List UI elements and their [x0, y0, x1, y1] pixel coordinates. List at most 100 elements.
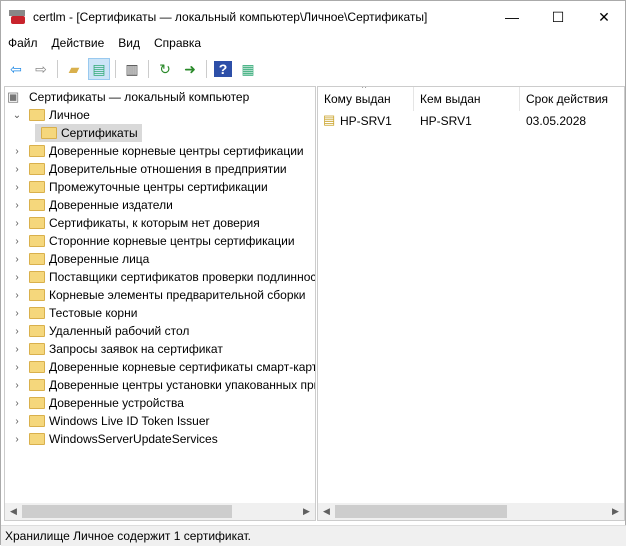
chevron-right-icon[interactable]: ›: [11, 434, 23, 445]
tree-item-label: Личное: [49, 108, 90, 122]
tree-item[interactable]: › Доверенные устройства: [11, 394, 184, 412]
window-title: certlm - [Сертификаты — локальный компью…: [33, 10, 428, 24]
refresh-button[interactable]: ↻: [154, 58, 176, 80]
folder-icon: [41, 127, 57, 139]
forward-button[interactable]: ⇨: [30, 58, 52, 80]
tree-item-personal[interactable]: ⌄ Личное: [11, 106, 90, 124]
column-expiration[interactable]: Срок действия: [520, 87, 624, 111]
tree-item-label: Сторонние корневые центры сертификации: [49, 234, 295, 248]
title-bar: certlm - [Сертификаты — локальный компью…: [1, 1, 626, 33]
chevron-right-icon[interactable]: ›: [11, 362, 23, 373]
chevron-right-icon[interactable]: ›: [11, 326, 23, 337]
help-button[interactable]: ?: [212, 58, 234, 80]
folder-icon: [29, 217, 45, 229]
tree-root[interactable]: ▣ Сертификаты — локальный компьютер: [7, 88, 249, 106]
scroll-thumb[interactable]: [22, 505, 232, 518]
tree-horizontal-scrollbar[interactable]: ◀ ▶: [5, 503, 315, 520]
chevron-right-icon[interactable]: ›: [11, 398, 23, 409]
tree-item[interactable]: › Тестовые корни: [11, 304, 137, 322]
chevron-right-icon[interactable]: ›: [11, 380, 23, 391]
chevron-right-icon[interactable]: ›: [11, 308, 23, 319]
chevron-right-icon[interactable]: ›: [11, 290, 23, 301]
tree-item[interactable]: › Удаленный рабочий стол: [11, 322, 189, 340]
menu-help[interactable]: Справка: [147, 34, 208, 54]
folder-icon: [29, 109, 45, 121]
folder-icon: [29, 181, 45, 193]
folder-icon: [29, 397, 45, 409]
export-list-icon: ➜: [184, 60, 196, 77]
column-issued-by[interactable]: Кем выдан: [414, 87, 520, 111]
menu-view[interactable]: Вид: [111, 34, 147, 54]
up-folder-button[interactable]: ▰: [63, 58, 85, 80]
up-folder-icon: ▰: [68, 60, 80, 77]
tree-item[interactable]: › Доверительные отношения в предприятии: [11, 160, 287, 178]
tree-item-label: Доверенные корневые сертификаты смарт-ка…: [49, 360, 316, 374]
tree-item-label: Сертификаты: [61, 126, 138, 140]
certificate-store-icon: ▣: [7, 89, 20, 104]
show-hide-tree-button[interactable]: ▤: [88, 58, 110, 80]
column-issued-to[interactable]: ^ Кому выдан: [318, 87, 414, 111]
folder-icon: [29, 361, 45, 373]
tree-item-label: Доверенные центры установки упакованных …: [49, 378, 315, 392]
selected-node[interactable]: Сертификаты: [35, 124, 142, 142]
tree-item-label: WindowsServerUpdateServices: [49, 432, 218, 446]
tree-item-label: Корневые элементы предварительной сборки: [49, 288, 306, 302]
folder-icon: [29, 163, 45, 175]
chevron-right-icon[interactable]: ›: [11, 164, 23, 175]
back-button[interactable]: ⇦: [5, 58, 27, 80]
cell-issued-by: HP-SRV1: [420, 114, 472, 128]
tree-item[interactable]: › Корневые элементы предварительной сборк…: [11, 286, 305, 304]
help-icon: ?: [213, 61, 233, 77]
chevron-right-icon[interactable]: ›: [11, 254, 23, 265]
list-pane: ^ Кому выдан Кем выдан Срок действия ▤ HP…: [317, 86, 625, 521]
scroll-right-icon[interactable]: ▶: [298, 506, 315, 517]
tree-item-label: Удаленный рабочий стол: [49, 324, 190, 338]
scroll-left-icon[interactable]: ◀: [5, 506, 22, 517]
chevron-right-icon[interactable]: ›: [11, 146, 23, 157]
scroll-thumb[interactable]: [335, 505, 507, 518]
tree-item[interactable]: › Промежуточные центры сертификации: [11, 178, 268, 196]
chevron-right-icon[interactable]: ›: [11, 272, 23, 283]
tree-item-certificates[interactable]: Сертификаты: [23, 124, 142, 142]
menu-file[interactable]: Файл: [1, 34, 45, 54]
minimize-button[interactable]: —: [489, 1, 535, 33]
tree-item-label: Промежуточные центры сертификации: [49, 180, 268, 194]
tree-item-label: Windows Live ID Token Issuer: [49, 414, 210, 428]
scroll-left-icon[interactable]: ◀: [318, 506, 335, 517]
show-hide-tree-icon: ▤: [92, 60, 106, 77]
close-button[interactable]: ✕: [581, 1, 626, 33]
folder-icon: [29, 271, 45, 283]
scroll-right-icon[interactable]: ▶: [607, 506, 624, 517]
chevron-down-icon[interactable]: ⌄: [11, 110, 23, 121]
chevron-right-icon[interactable]: ›: [11, 236, 23, 247]
tree-item[interactable]: › Доверенные издатели: [11, 196, 172, 214]
clipboard-button[interactable]: ▥: [121, 58, 143, 80]
list-horizontal-scrollbar[interactable]: ◀ ▶: [318, 503, 624, 520]
tree-item[interactable]: › Доверенные лица: [11, 250, 149, 268]
tree-item[interactable]: › Доверенные центры установки упакованных…: [11, 376, 315, 394]
menu-action[interactable]: Действие: [45, 34, 112, 54]
folder-icon: [29, 433, 45, 445]
export-list-button[interactable]: ➜: [179, 58, 201, 80]
folder-icon: [29, 307, 45, 319]
tree-item[interactable]: › WindowsServerUpdateServices: [11, 430, 218, 448]
action-pane-icon: ▦: [241, 60, 255, 77]
tree-item[interactable]: › Поставщики сертификатов проверки подлин…: [11, 268, 315, 286]
tree-item-label: Доверенные лица: [49, 252, 150, 266]
tree-item[interactable]: › Запросы заявок на сертификат: [11, 340, 222, 358]
chevron-right-icon[interactable]: ›: [11, 218, 23, 229]
tree-item-label: Доверительные отношения в предприятии: [49, 162, 287, 176]
toolbar-separator: [57, 60, 58, 78]
tree-item[interactable]: › Доверенные корневые сертификаты смарт-к…: [11, 358, 316, 376]
chevron-right-icon[interactable]: ›: [11, 416, 23, 427]
tree-item[interactable]: › Сертификаты, к которым нет доверия: [11, 214, 259, 232]
action-pane-button[interactable]: ▦: [237, 58, 259, 80]
folder-icon: [29, 253, 45, 265]
chevron-right-icon[interactable]: ›: [11, 200, 23, 211]
tree-item[interactable]: › Доверенные корневые центры сертификации: [11, 142, 303, 160]
maximize-button[interactable]: ☐: [535, 1, 581, 33]
tree-item[interactable]: › Windows Live ID Token Issuer: [11, 412, 210, 430]
tree-item[interactable]: › Сторонние корневые центры сертификации: [11, 232, 295, 250]
chevron-right-icon[interactable]: ›: [11, 182, 23, 193]
chevron-right-icon[interactable]: ›: [11, 344, 23, 355]
